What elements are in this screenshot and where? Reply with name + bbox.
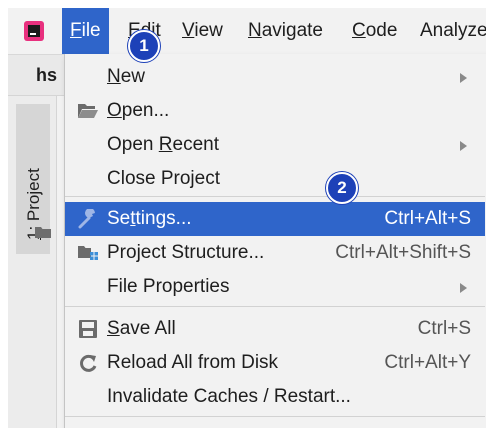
folder-icon	[35, 227, 51, 238]
menu-save-all[interactable]: Save All Ctrl+S	[65, 312, 485, 346]
project-structure-icon	[78, 246, 98, 260]
menu-file-properties-label: File Properties	[107, 276, 230, 297]
settings-shortcut: Ctrl+Alt+S	[384, 208, 471, 229]
menu-invalidate-caches[interactable]: Invalidate Caches / Restart...	[65, 380, 485, 414]
menu-new-label: New	[107, 66, 146, 87]
menu-open-recent[interactable]: Open Recent	[65, 128, 485, 162]
menu-settings[interactable]: Settings... Ctrl+Alt+S	[65, 202, 485, 236]
menu-navigate[interactable]: Navigate	[240, 8, 331, 54]
menu-save-all-label: Save All	[107, 318, 176, 339]
submenu-arrow-icon	[460, 283, 467, 293]
menu-invalidate-caches-label: Invalidate Caches / Restart...	[107, 386, 351, 407]
menu-code[interactable]: Code	[344, 8, 405, 54]
tool-window-strip: 1: Project	[8, 96, 57, 428]
project-structure-shortcut: Ctrl+Alt+Shift+S	[335, 242, 471, 263]
menu-file-properties[interactable]: File Properties	[65, 270, 485, 304]
menu-open-label: Open...	[107, 100, 170, 121]
reload-icon	[80, 354, 97, 372]
step-badge-1: 1	[128, 30, 160, 62]
menu-separator	[65, 416, 485, 417]
menu-file[interactable]: File	[62, 8, 109, 54]
file-menu-dropdown: New Open... Open Recent Close Project Se…	[64, 54, 486, 428]
menu-reload-label: Reload All from Disk	[107, 352, 279, 373]
project-tool-label: 1: Project	[24, 168, 43, 240]
menu-open-recent-label: Open Recent	[107, 134, 219, 155]
save-all-shortcut: Ctrl+S	[417, 318, 471, 339]
reload-shortcut: Ctrl+Alt+Y	[384, 352, 471, 373]
menu-settings-label: Settings...	[107, 208, 192, 229]
menu-separator	[65, 306, 485, 307]
save-icon	[79, 320, 97, 338]
project-tool-tab[interactable]: 1: Project	[16, 104, 51, 254]
menu-project-structure-label: Project Structure...	[107, 242, 265, 263]
menu-bar: File Edit View Navigate Code Analyze	[8, 8, 486, 55]
menu-separator	[65, 196, 485, 197]
menu-close-project[interactable]: Close Project	[65, 162, 485, 196]
menu-project-structure[interactable]: Project Structure... Ctrl+Alt+Shift+S	[65, 236, 485, 270]
menu-open[interactable]: Open...	[65, 94, 485, 128]
menu-close-project-label: Close Project	[107, 168, 220, 189]
menu-new[interactable]: New	[65, 60, 485, 94]
step-badge-2: 2	[326, 172, 358, 204]
submenu-arrow-icon	[460, 141, 467, 151]
menu-view[interactable]: View	[174, 8, 231, 54]
project-name-bar: hs	[8, 55, 68, 96]
app-logo-icon	[24, 21, 44, 41]
folder-open-icon	[78, 104, 98, 118]
menu-analyze[interactable]: Analyze	[412, 8, 486, 54]
menu-reload[interactable]: Reload All from Disk Ctrl+Alt+Y	[65, 346, 485, 380]
wrench-icon	[78, 209, 95, 229]
project-name: hs	[36, 65, 58, 85]
ide-window: File Edit View Navigate Code Analyze hs …	[8, 8, 486, 428]
submenu-arrow-icon	[460, 73, 467, 83]
